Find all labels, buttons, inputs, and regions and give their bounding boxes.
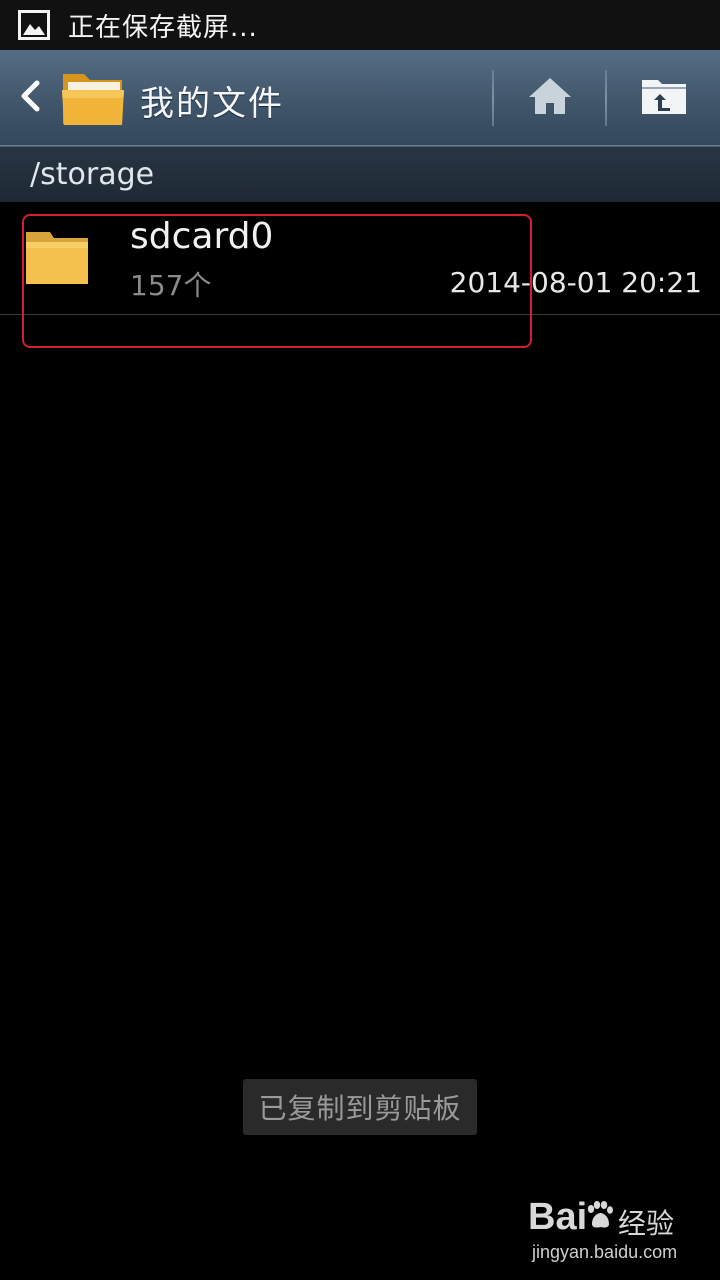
- file-name: sdcard0: [130, 216, 274, 257]
- folder-icon: [24, 228, 90, 286]
- path-bar: /storage: [0, 146, 720, 202]
- path-breadcrumb: /storage: [30, 157, 155, 192]
- status-bar: 正在保存截屏...: [0, 0, 720, 50]
- toast-text: 已复制到剪贴板: [258, 1092, 462, 1125]
- toolbar-divider: [605, 70, 607, 126]
- list-item[interactable]: sdcard0 157个 2014-08-01 20:21: [0, 202, 720, 315]
- back-button[interactable]: [10, 74, 50, 122]
- image-icon: [18, 9, 50, 41]
- home-icon: [527, 76, 573, 120]
- file-count: 157个: [130, 269, 212, 302]
- home-button[interactable]: [520, 70, 580, 126]
- app-title: 我的文件: [140, 84, 284, 124]
- watermark-brand: Bai: [528, 1196, 588, 1238]
- paw-icon: [584, 1200, 614, 1230]
- action-bar: 我的文件: [0, 50, 720, 146]
- file-date: 2014-08-01 20:21: [449, 266, 702, 299]
- toast: 已复制到剪贴板: [243, 1079, 477, 1135]
- status-text: 正在保存截屏...: [68, 12, 258, 43]
- folder-up-button[interactable]: [634, 70, 694, 126]
- watermark-url: jingyan.baidu.com: [532, 1242, 678, 1262]
- chevron-left-icon: [18, 79, 42, 117]
- folder-icon: [60, 68, 126, 128]
- folder-up-icon: [640, 76, 688, 120]
- toolbar-divider: [492, 70, 494, 126]
- watermark: Bai 经验 jingyan.baidu.com: [528, 1196, 698, 1266]
- watermark-cn: 经验: [618, 1207, 675, 1240]
